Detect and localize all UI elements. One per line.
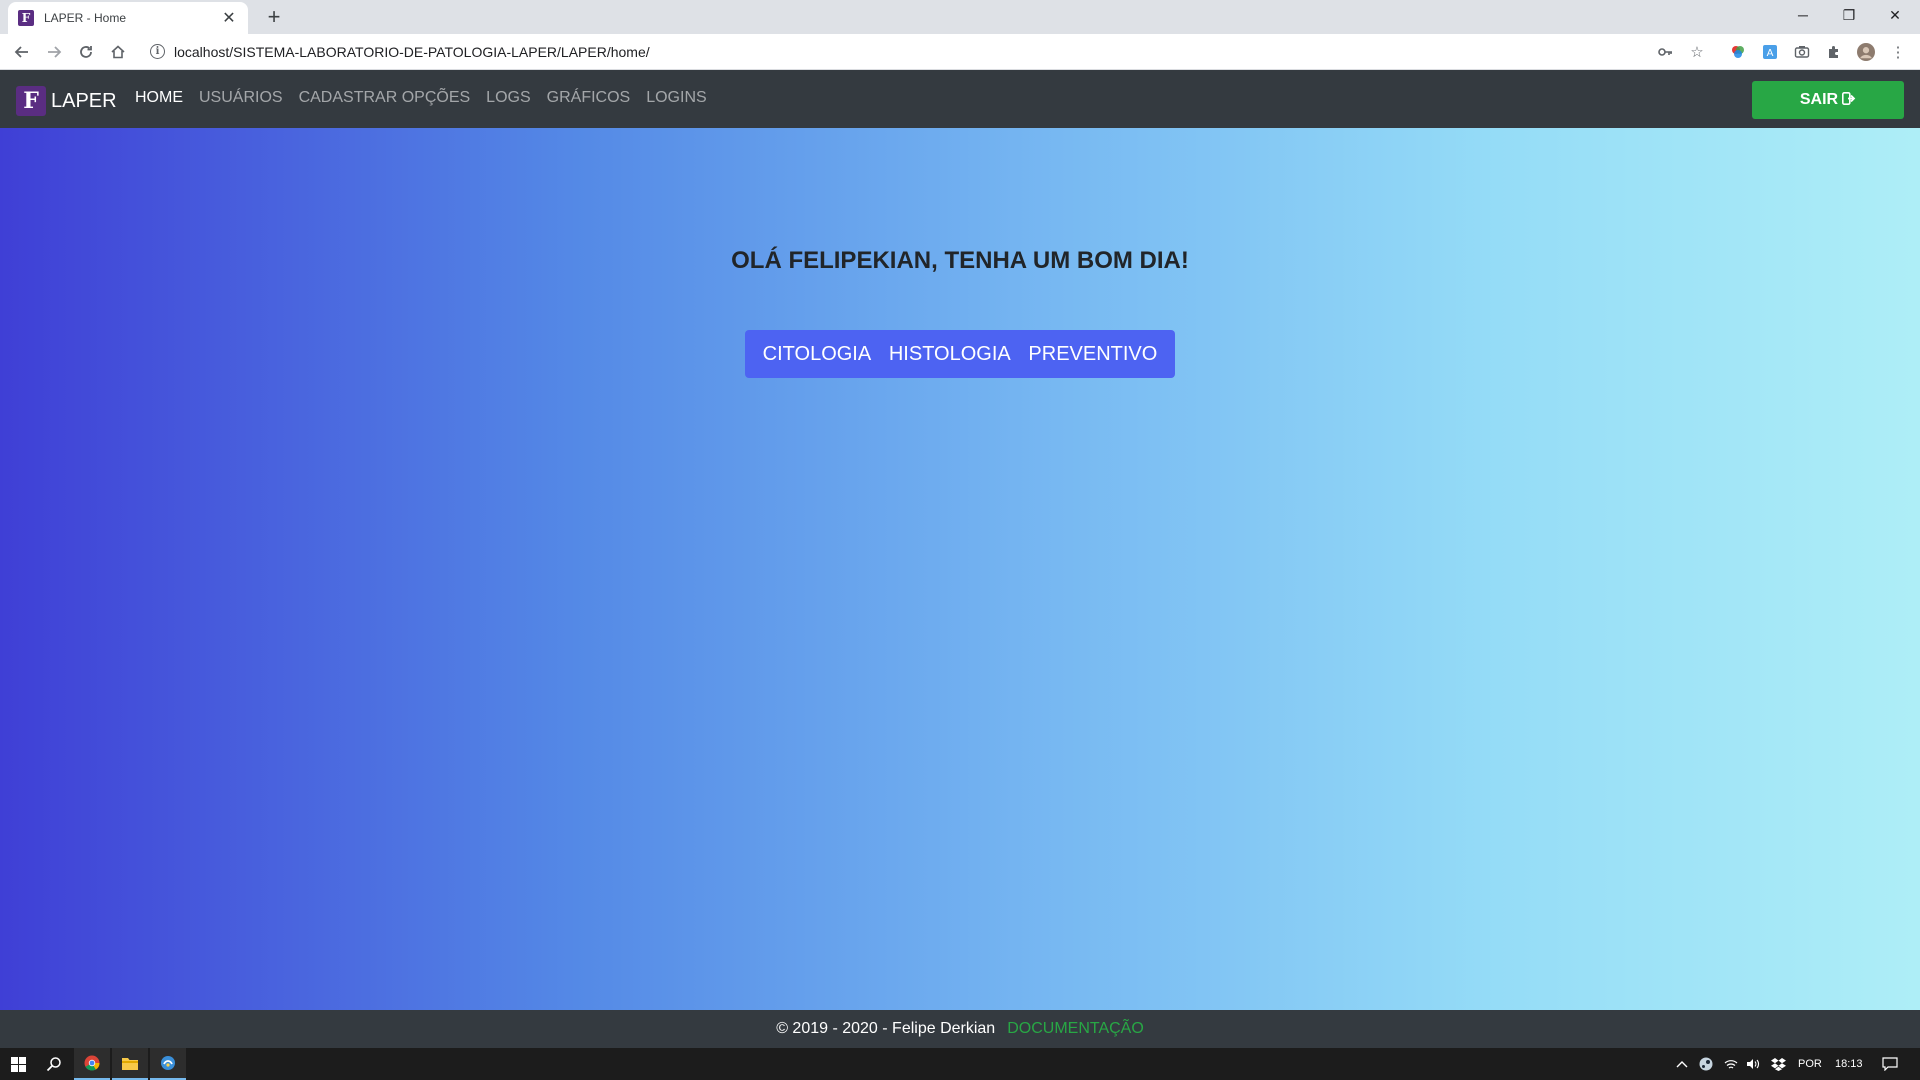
greeting-heading: OLÁ FELIPEKIAN, TENHA UM BOM DIA! bbox=[731, 247, 1189, 274]
forward-icon[interactable] bbox=[42, 40, 66, 64]
site-footer: © 2019 - 2020 - Felipe Derkian DOCUMENTA… bbox=[0, 1010, 1920, 1048]
wifi-icon[interactable] bbox=[1724, 1048, 1738, 1080]
profile-avatar-icon[interactable] bbox=[1857, 43, 1875, 61]
documentation-link[interactable]: DOCUMENTAÇÃO bbox=[1007, 1020, 1144, 1038]
file-explorer-icon[interactable] bbox=[112, 1048, 148, 1080]
browser-toolbar: i localhost/SISTEMA-LABORATORIO-DE-PATOL… bbox=[0, 34, 1920, 70]
browser-tab-strip: F LAPER - Home ✕ + ─ ❐ ✕ bbox=[0, 0, 1920, 34]
tab-title: LAPER - Home bbox=[44, 11, 127, 25]
main-content: OLÁ FELIPEKIAN, TENHA UM BOM DIA! CITOLO… bbox=[0, 128, 1920, 1010]
puzzle-extensions-icon[interactable] bbox=[1825, 43, 1843, 61]
windows-start-icon[interactable] bbox=[0, 1048, 36, 1080]
laper-favicon-icon: F bbox=[18, 10, 34, 26]
clock[interactable]: 18:13 bbox=[1835, 1048, 1863, 1080]
nav-logs[interactable]: LOGS bbox=[486, 89, 530, 107]
input-language[interactable]: POR bbox=[1798, 1048, 1822, 1080]
camera-icon[interactable] bbox=[1793, 43, 1811, 61]
reload-icon[interactable] bbox=[74, 40, 98, 64]
logout-button[interactable]: SAIR bbox=[1752, 81, 1904, 119]
histologia-button[interactable]: HISTOLOGIA bbox=[889, 343, 1011, 366]
browser-tab[interactable]: F LAPER - Home ✕ bbox=[8, 2, 248, 34]
restore-button[interactable]: ❐ bbox=[1826, 0, 1872, 30]
svg-text:A: A bbox=[1767, 48, 1774, 59]
sign-out-icon bbox=[1842, 92, 1856, 108]
chrome-menu-icon[interactable]: ⋮ bbox=[1889, 43, 1907, 61]
preventivo-button[interactable]: PREVENTIVO bbox=[1028, 343, 1157, 366]
brand-name: LAPER bbox=[51, 89, 117, 112]
chrome-taskbar-icon[interactable] bbox=[74, 1048, 110, 1080]
nav-links: HOME USUÁRIOS CADASTRAR OPÇÕES LOGS GRÁF… bbox=[135, 89, 723, 107]
back-icon[interactable] bbox=[10, 40, 34, 64]
show-hidden-icons-icon[interactable] bbox=[1676, 1048, 1688, 1080]
nav-graficos[interactable]: GRÁFICOS bbox=[547, 89, 631, 107]
address-bar[interactable]: localhost/SISTEMA-LABORATORIO-DE-PATOLOG… bbox=[174, 44, 650, 60]
steam-tray-icon[interactable] bbox=[1699, 1048, 1713, 1080]
search-icon[interactable] bbox=[36, 1048, 72, 1080]
color-extension-icon[interactable] bbox=[1729, 43, 1747, 61]
laper-logo-icon: F bbox=[16, 86, 46, 116]
star-icon[interactable]: ☆ bbox=[1688, 43, 1706, 61]
nav-usuarios[interactable]: USUÁRIOS bbox=[199, 89, 283, 107]
close-window-button[interactable]: ✕ bbox=[1872, 0, 1918, 30]
minimize-button[interactable]: ─ bbox=[1780, 0, 1826, 30]
windows-taskbar: POR 18:13 bbox=[0, 1048, 1920, 1080]
nav-cadastrar-opcoes[interactable]: CADASTRAR OPÇÕES bbox=[299, 89, 471, 107]
volume-icon[interactable] bbox=[1746, 1048, 1760, 1080]
citologia-button[interactable]: CITOLOGIA bbox=[763, 343, 872, 366]
site-navbar: F LAPER HOME USUÁRIOS CADASTRAR OPÇÕES L… bbox=[0, 70, 1920, 128]
new-tab-button[interactable]: + bbox=[262, 6, 286, 30]
footer-copyright: © 2019 - 2020 - Felipe Derkian bbox=[776, 1020, 996, 1037]
dropbox-icon[interactable] bbox=[1771, 1048, 1786, 1080]
app-taskbar-icon[interactable] bbox=[150, 1048, 186, 1080]
nav-home[interactable]: HOME bbox=[135, 89, 183, 107]
home-icon[interactable] bbox=[106, 40, 130, 64]
site-info-icon[interactable]: i bbox=[150, 44, 165, 59]
exam-button-group: CITOLOGIA HISTOLOGIA PREVENTIVO bbox=[745, 330, 1175, 378]
logout-label: SAIR bbox=[1799, 91, 1839, 108]
brand[interactable]: F LAPER bbox=[16, 86, 117, 116]
notifications-icon[interactable] bbox=[1882, 1048, 1898, 1080]
nav-logins[interactable]: LOGINS bbox=[646, 89, 706, 107]
tab-close-icon[interactable]: ✕ bbox=[220, 8, 238, 28]
translate-icon[interactable]: A bbox=[1761, 43, 1779, 61]
key-icon[interactable] bbox=[1656, 43, 1674, 61]
